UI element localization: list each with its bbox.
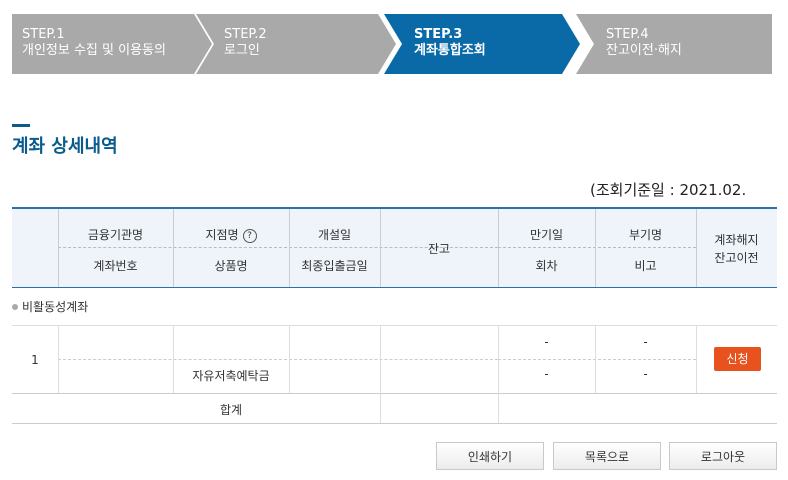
table-top-border (12, 207, 777, 209)
header-divider-2 (498, 247, 696, 248)
header-opened: 개설일 (317, 228, 352, 242)
group-divider (12, 325, 777, 326)
header-last-transaction: 최종입출금일 (301, 259, 368, 273)
row-round: - (544, 367, 549, 381)
row-note: - (643, 367, 648, 381)
header-institution: 금융기관명 (87, 228, 144, 242)
row-divider (58, 359, 498, 360)
header-bottom-border (12, 287, 777, 288)
account-table: 금융기관명 계좌번호 지점명? 상품명 개설일 최종입출금일 잔고 만기일 회차… (12, 207, 777, 425)
title-accent (12, 124, 30, 127)
step-4-num: STEP.4 (606, 27, 649, 42)
apply-button[interactable]: 신청 (714, 347, 761, 371)
row-divider-2 (498, 359, 696, 360)
header-balance: 잔고 (427, 242, 451, 256)
row-sub-name: - (643, 335, 648, 349)
step-3: STEP.3 계좌통합조회 (384, 14, 584, 74)
step-4: STEP.4 잔고이전·해지 (576, 14, 772, 74)
step-3-num: STEP.3 (414, 27, 463, 42)
print-button[interactable]: 인쇄하기 (436, 442, 544, 470)
step-2: STEP.2 로그인 (196, 14, 396, 74)
group-label: 비활동성계좌 (22, 300, 89, 314)
header-round: 회차 (535, 259, 558, 273)
group-label-row: 비활동성계좌 (12, 298, 88, 315)
bullet-icon (12, 303, 18, 310)
progress-steps: STEP.1 개인정보 수집 및 이용동의 STEP.2 로그인 STEP.3 계좌통… (12, 14, 772, 74)
list-button[interactable]: 목록으로 (553, 442, 661, 470)
table-bottom-border (12, 423, 777, 424)
total-label: 합계 (219, 403, 243, 417)
row-maturity: - (544, 335, 549, 349)
row-bottom-border (12, 393, 777, 394)
step-4-label: 잔고이전·해지 (606, 43, 682, 58)
step-3-label: 계좌통합조회 (414, 43, 486, 58)
reference-date: (조회기준일 : 2021.02. (590, 181, 747, 199)
header-branch-wrap: 지점명? (173, 226, 289, 243)
row-index: 1 (31, 353, 39, 367)
step-1-label: 개인정보 수집 및 이용동의 (22, 43, 166, 58)
help-icon[interactable]: ? (242, 228, 257, 243)
page-title: 계좌 상세내역 (12, 136, 118, 157)
header-close-1: 계좌해지 (714, 233, 759, 247)
header-product: 상품명 (214, 259, 248, 273)
header-sub-name: 부기명 (628, 228, 663, 242)
step-2-label: 로그인 (224, 43, 260, 58)
row-product: 자유저축예탁금 (192, 369, 270, 383)
header-account-no: 계좌번호 (93, 259, 138, 273)
header-maturity: 만기일 (529, 228, 564, 242)
header-note: 비고 (634, 259, 657, 273)
step-2-num: STEP.2 (224, 27, 267, 42)
step-1: STEP.1 개인정보 수집 및 이용동의 (12, 14, 212, 74)
step-1-num: STEP.1 (22, 27, 65, 42)
header-branch: 지점명 (205, 228, 239, 242)
header-close-2: 잔고이전 (714, 251, 759, 265)
logout-button[interactable]: 로그아웃 (669, 442, 777, 470)
